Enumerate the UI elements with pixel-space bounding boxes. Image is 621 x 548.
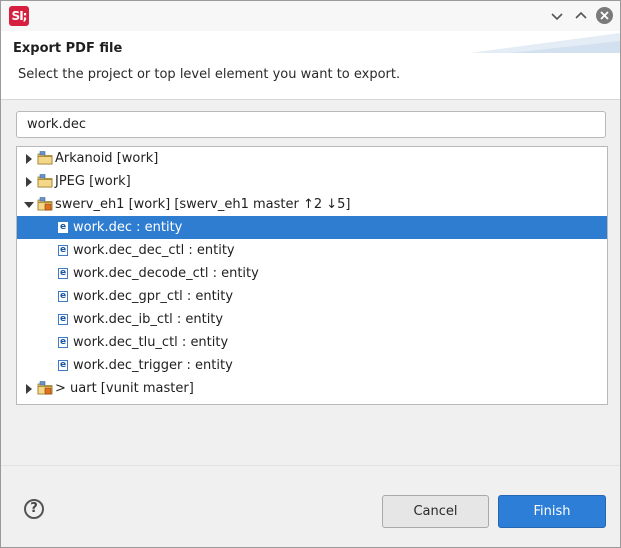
tree-item-work-dec-ib-ctl[interactable]: e work.dec_ib_ctl : entity xyxy=(17,308,607,331)
tree-item-label: work.dec_dec_ctl : entity xyxy=(73,243,235,258)
tree-item-label: JPEG [work] xyxy=(55,174,131,189)
cancel-button[interactable]: Cancel xyxy=(382,495,489,528)
help-icon[interactable]: ? xyxy=(24,499,44,519)
minimize-icon[interactable] xyxy=(548,7,566,25)
entity-icon: e xyxy=(58,314,68,325)
entity-icon: e xyxy=(58,360,68,371)
footer-divider xyxy=(1,465,620,466)
tree-item-work-dec-decode-ctl[interactable]: e work.dec_decode_ctl : entity xyxy=(17,262,607,285)
close-icon[interactable] xyxy=(596,7,613,24)
tree-item-label: > uart [vunit master] xyxy=(55,381,194,396)
tree-item-label: work.dec_ib_ctl : entity xyxy=(73,312,224,327)
project-folder-icon xyxy=(37,151,53,165)
entity-icon: e xyxy=(58,268,68,279)
export-pdf-dialog: SI; Export PDF file Select the project o… xyxy=(0,0,621,548)
tree-item-work-dec[interactable]: e work.dec : entity xyxy=(17,216,607,239)
expand-arrow-icon[interactable] xyxy=(26,384,32,394)
banner-decoration xyxy=(470,33,620,53)
title-bar: SI; xyxy=(1,1,620,31)
tree-item-work-dec-gpr-ctl[interactable]: e work.dec_gpr_ctl : entity xyxy=(17,285,607,308)
tree-item-work-dec-dec-ctl[interactable]: e work.dec_dec_ctl : entity xyxy=(17,239,607,262)
tree-item-label: work.dec_tlu_ctl : entity xyxy=(73,335,229,350)
tree-item-jpeg[interactable]: JPEG [work] xyxy=(17,170,607,193)
entity-icon: e xyxy=(58,222,68,233)
entity-icon: e xyxy=(58,337,68,348)
tree-item-arkanoid[interactable]: Arkanoid [work] xyxy=(17,147,607,170)
entity-icon: e xyxy=(58,245,68,256)
filter-input[interactable] xyxy=(16,111,606,138)
tree-item-label: work.dec_gpr_ctl : entity xyxy=(73,289,234,304)
collapse-arrow-icon[interactable] xyxy=(24,202,34,208)
entity-icon: e xyxy=(58,291,68,302)
dialog-title: Export PDF file xyxy=(13,41,123,56)
tree-item-label: work.dec_decode_ctl : entity xyxy=(73,266,259,281)
maximize-icon[interactable] xyxy=(572,7,590,25)
tree-item-swerv-eh1[interactable]: swerv_eh1 [work] [swerv_eh1 master ↑2 ↓5… xyxy=(17,193,607,216)
tree-item-uart[interactable]: > uart [vunit master] xyxy=(17,377,607,400)
tree-item-label: work.dec : entity xyxy=(73,220,183,235)
app-logo-icon: SI; xyxy=(9,6,29,26)
expand-arrow-icon[interactable] xyxy=(26,177,32,187)
project-folder-icon xyxy=(37,174,53,188)
git-project-folder-icon xyxy=(37,197,53,211)
dialog-header: Export PDF file Select the project or to… xyxy=(1,31,620,100)
project-tree[interactable]: Arkanoid [work] JPEG [work] swerv_eh1 [w… xyxy=(16,146,608,405)
finish-button[interactable]: Finish xyxy=(498,495,606,528)
git-project-folder-icon xyxy=(37,381,53,395)
tree-item-work-dec-trigger[interactable]: e work.dec_trigger : entity xyxy=(17,354,607,377)
expand-arrow-icon[interactable] xyxy=(26,154,32,164)
tree-item-label: swerv_eh1 [work] [swerv_eh1 master ↑2 ↓5… xyxy=(55,197,351,212)
dialog-description: Select the project or top level element … xyxy=(18,67,401,82)
tree-item-label: Arkanoid [work] xyxy=(55,151,159,166)
tree-item-label: work.dec_trigger : entity xyxy=(73,358,233,373)
tree-item-work-dec-tlu-ctl[interactable]: e work.dec_tlu_ctl : entity xyxy=(17,331,607,354)
